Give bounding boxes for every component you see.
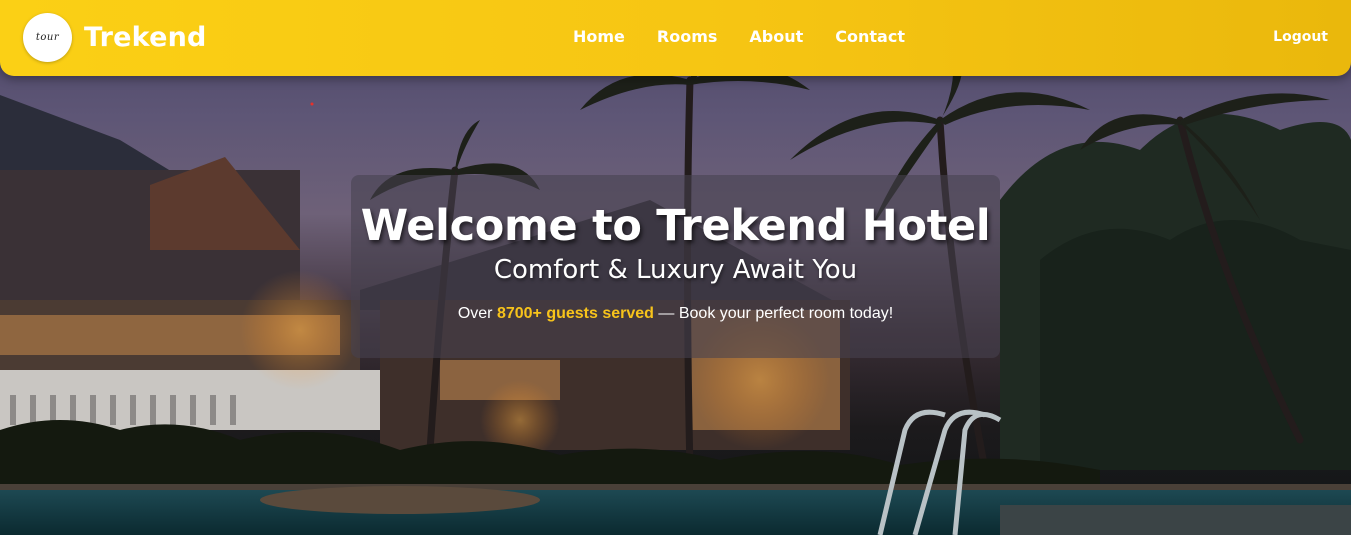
brand-name[interactable]: Trekend bbox=[84, 22, 207, 53]
top-navbar: tour Trekend Home Rooms About Contact Lo… bbox=[0, 0, 1351, 76]
nav-link-rooms[interactable]: Rooms bbox=[657, 27, 718, 46]
nav-link-about[interactable]: About bbox=[749, 27, 803, 46]
tagline-suffix: — Book your perfect room today! bbox=[653, 305, 894, 322]
hero-title: Welcome to Trekend Hotel bbox=[360, 201, 991, 251]
hero-tagline: Over 8700+ guests served — Book your per… bbox=[351, 305, 1000, 323]
brand[interactable]: tour Trekend bbox=[23, 13, 207, 62]
nav-links: Home Rooms About Contact bbox=[573, 27, 937, 46]
nav-link-home[interactable]: Home bbox=[573, 27, 625, 46]
brand-logo[interactable]: tour bbox=[23, 13, 72, 62]
guests-served-highlight: 8700+ guests served bbox=[496, 305, 654, 322]
logout-button[interactable]: Logout bbox=[1273, 29, 1328, 45]
hero-subtitle: Comfort & Luxury Await You bbox=[493, 255, 858, 285]
welcome-panel: Welcome to Trekend Hotel Comfort & Luxur… bbox=[351, 175, 1000, 358]
nav-link-contact[interactable]: Contact bbox=[835, 27, 905, 46]
tagline-prefix: Over bbox=[457, 305, 497, 322]
